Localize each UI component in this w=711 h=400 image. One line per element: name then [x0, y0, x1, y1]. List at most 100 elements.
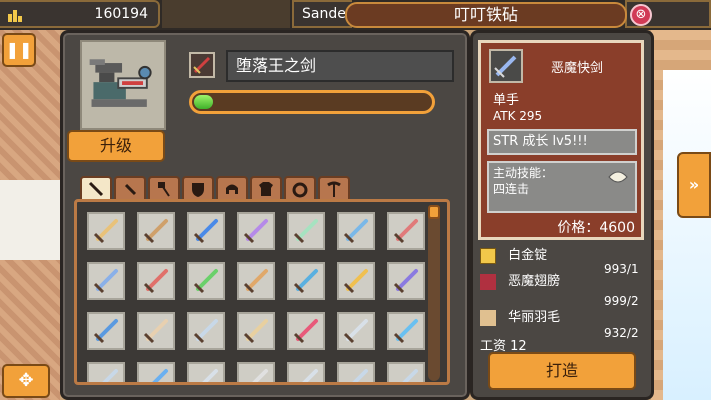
weapon-name-field: 堕落王之剑 — [226, 50, 454, 82]
armor-icon — [259, 182, 273, 196]
shop-title: 叮叮铁砧 — [345, 2, 627, 28]
weapon-slot[interactable] — [137, 362, 175, 382]
material-count: 999/2 — [604, 294, 639, 308]
sword-icon — [93, 219, 118, 244]
material-row: 华丽羽毛 — [480, 306, 560, 326]
tab-dagger[interactable] — [114, 176, 146, 200]
forge-button[interactable]: 打造 — [488, 352, 636, 390]
tab-shield[interactable] — [182, 176, 214, 200]
weapon-slot[interactable] — [337, 262, 375, 300]
weapon-slot[interactable] — [137, 312, 175, 350]
category-tabs — [80, 176, 350, 200]
weapon-slot[interactable] — [287, 212, 325, 250]
sword-icon — [293, 269, 318, 294]
upgrade-button[interactable]: 升级 — [67, 130, 165, 162]
weapon-slot[interactable] — [237, 362, 275, 382]
skill-burst-icon — [608, 171, 628, 183]
weapon-slot[interactable] — [237, 262, 275, 300]
sword-icon — [202, 369, 218, 382]
sword-icon — [343, 319, 368, 344]
pickaxe-icon — [327, 181, 341, 197]
item-card: 恶魔快剑 单手 ATK 295 STR 成长 lv5!!! 主动技能： 四连击 … — [478, 40, 644, 240]
material-name: 华丽羽毛 — [508, 310, 561, 325]
tab-armor[interactable] — [250, 176, 282, 200]
grid-scrollbar[interactable] — [428, 205, 440, 381]
weapon-slot[interactable] — [87, 212, 125, 250]
item-skill-box: 主动技能： 四连击 — [487, 161, 637, 213]
grid-scroll-thumb[interactable] — [428, 205, 440, 219]
helmet-icon — [226, 184, 238, 194]
material-count: 932/2 — [604, 326, 639, 340]
sword-icon — [352, 369, 368, 382]
weapon-slot[interactable] — [387, 362, 425, 382]
location-text: Sande — [302, 6, 346, 22]
sword-icon — [393, 219, 418, 244]
weapon-slot[interactable] — [387, 262, 425, 300]
weapon-slot[interactable] — [337, 312, 375, 350]
weapon-slot[interactable] — [387, 312, 425, 350]
weapon-thumbnail — [189, 52, 215, 78]
shield-icon — [192, 183, 204, 197]
sword-icon — [343, 219, 368, 244]
weapon-slot[interactable] — [87, 262, 125, 300]
tab-axe[interactable] — [148, 176, 180, 200]
item-handedness: 单手 — [493, 93, 520, 108]
dark-sword-icon — [193, 56, 211, 74]
weapon-grid — [87, 212, 425, 382]
anvil-icon — [89, 59, 152, 107]
weapon-slot[interactable] — [187, 212, 225, 250]
weapon-slot[interactable] — [337, 362, 375, 382]
axe-icon — [158, 182, 170, 197]
material-row: 白金锭 — [480, 244, 547, 264]
sword-icon — [88, 181, 104, 197]
move-button[interactable]: ✥ — [2, 364, 50, 398]
weapon-slot[interactable] — [87, 312, 125, 350]
sword-icon — [193, 269, 218, 294]
weapon-slot[interactable] — [187, 262, 225, 300]
tab-sword[interactable] — [80, 176, 112, 200]
weapon-slot[interactable] — [287, 362, 325, 382]
material-name: 白金锭 — [508, 248, 548, 263]
item-name: 恶魔快剑 — [551, 61, 604, 76]
bar-chart-icon — [8, 10, 22, 22]
sword-icon — [102, 369, 118, 382]
sword-icon — [243, 269, 268, 294]
weapon-slot[interactable] — [237, 212, 275, 250]
weapon-slot[interactable] — [87, 362, 125, 382]
sword-icon — [193, 219, 218, 244]
weapon-slot[interactable] — [187, 312, 225, 350]
weapon-slot[interactable] — [187, 362, 225, 382]
pause-button[interactable]: ❚❚ — [2, 33, 36, 67]
top-bar: 160194 Sande 叮叮铁砧 ⊗ — [0, 0, 711, 30]
weapon-slot[interactable] — [337, 212, 375, 250]
sword-icon — [143, 269, 168, 294]
sword-icon — [143, 219, 168, 244]
resource-count: 160194 — [94, 6, 148, 22]
item-bonus: STR 成长 lv5!!! — [487, 129, 637, 155]
location-box: Sande — [292, 0, 352, 28]
close-button[interactable]: ⊗ — [630, 4, 652, 26]
resource-counter: 160194 — [0, 0, 160, 28]
item-attack: ATK 295 — [493, 109, 543, 123]
weapon-slot[interactable] — [137, 262, 175, 300]
sword-icon — [193, 319, 218, 344]
weapon-slot[interactable] — [137, 212, 175, 250]
sword-icon — [252, 369, 268, 382]
platinum-ingot-icon — [480, 247, 496, 264]
weapon-slot[interactable] — [387, 212, 425, 250]
forge-progress-bar — [189, 90, 435, 114]
tab-tool[interactable] — [318, 176, 350, 200]
sword-icon — [243, 219, 268, 244]
weapon-slot[interactable] — [237, 312, 275, 350]
tab-ring[interactable] — [284, 176, 316, 200]
weapon-slot[interactable] — [287, 312, 325, 350]
next-page-button[interactable]: » — [677, 152, 711, 218]
background-left — [0, 30, 60, 400]
demon-wing-icon — [480, 273, 496, 290]
weapon-slot[interactable] — [287, 262, 325, 300]
ring-icon — [292, 182, 308, 198]
sword-icon — [93, 319, 118, 344]
tab-helmet[interactable] — [216, 176, 248, 200]
sword-icon — [393, 269, 418, 294]
item-card-icon — [489, 49, 523, 83]
